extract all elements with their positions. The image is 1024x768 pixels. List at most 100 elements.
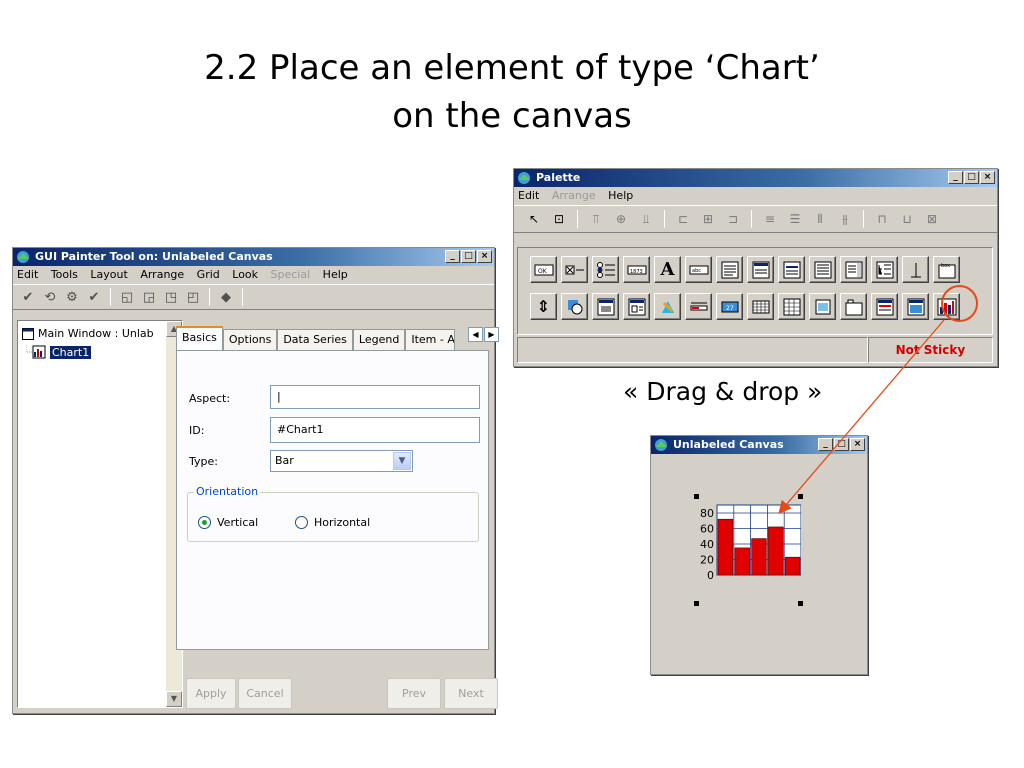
menu-help[interactable]: Help <box>323 268 348 281</box>
resize-handle[interactable] <box>798 494 803 499</box>
resize-handle[interactable] <box>798 601 803 606</box>
menu-edit[interactable]: Edit <box>518 189 539 202</box>
tab-control-icon[interactable] <box>840 293 867 320</box>
list-icon[interactable] <box>716 256 743 283</box>
align-center-icon[interactable]: ⊞ <box>698 210 718 228</box>
menu-arrange[interactable]: Arrange <box>552 189 596 202</box>
resizing-splitter-icon[interactable] <box>871 293 898 320</box>
menu-arrange[interactable]: Arrange <box>140 268 184 281</box>
align-right-icon[interactable]: ⊐ <box>723 210 743 228</box>
tab-options[interactable]: Options <box>222 329 278 351</box>
tree-item-chart1[interactable]: Chart1 <box>26 345 92 359</box>
chevron-down-icon[interactable]: ▼ <box>393 452 411 470</box>
slider-icon[interactable]: ⇕ <box>530 293 557 320</box>
select-icon[interactable]: ⊡ <box>549 210 569 228</box>
menu-grid[interactable]: Grid <box>197 268 220 281</box>
tab-left-icon[interactable]: ◀ <box>468 327 483 342</box>
aspect-field[interactable]: | <box>270 385 480 409</box>
resize-handle[interactable] <box>694 601 699 606</box>
progress-bar-icon[interactable] <box>685 293 712 320</box>
distribute-vertical-icon[interactable]: ≡ <box>760 210 780 228</box>
align-top-icon[interactable]: ⫪ <box>586 210 606 228</box>
hierarchical-list-icon[interactable] <box>902 293 929 320</box>
spin-button-icon[interactable]: 27 <box>716 293 743 320</box>
label-icon[interactable]: A <box>654 256 681 283</box>
distribute-height-icon[interactable]: ☰ <box>785 210 805 228</box>
align-bottom-icon[interactable]: ⫫ <box>636 210 656 228</box>
input-field-icon[interactable]: 1873 <box>623 256 650 283</box>
widget-tree[interactable]: Main Window : Unlab Chart1 ▲ ▼ <box>17 320 183 708</box>
notebook-icon[interactable] <box>809 293 836 320</box>
prev-button[interactable]: Prev <box>387 678 441 709</box>
palette-titlebar[interactable]: Palette _ □ × <box>514 169 997 187</box>
radio-button-icon[interactable] <box>592 256 619 283</box>
resize-handle[interactable] <box>694 494 699 499</box>
maximize-button[interactable]: □ <box>834 438 849 451</box>
bring-forward-icon[interactable]: ◳ <box>162 288 180 306</box>
cancel-button[interactable]: Cancel <box>238 678 292 709</box>
tab-right-icon[interactable]: ▶ <box>484 327 499 342</box>
menu-layout[interactable]: Layout <box>90 268 127 281</box>
table-icon[interactable] <box>840 256 867 283</box>
maximize-button[interactable]: □ <box>964 171 979 184</box>
divider-icon[interactable] <box>902 256 929 283</box>
action-button-icon[interactable]: OK <box>530 256 557 283</box>
tab-data-series[interactable]: Data Series <box>277 329 353 351</box>
combo-box-icon[interactable] <box>747 256 774 283</box>
radio-vertical[interactable]: Vertical <box>198 516 258 529</box>
region-icon[interactable] <box>561 293 588 320</box>
menu-edit[interactable]: Edit <box>17 268 38 281</box>
tab-legend[interactable]: Legend <box>352 329 406 351</box>
test-icon[interactable]: ◆ <box>217 288 235 306</box>
check-all-icon[interactable]: ✔ <box>85 288 103 306</box>
equal-height-icon[interactable]: ⊓ <box>872 210 892 228</box>
bring-to-front-icon[interactable]: ◱ <box>118 288 136 306</box>
close-button[interactable]: × <box>850 438 865 451</box>
painter-titlebar[interactable]: GUI Painter Tool on: Unlabeled Canvas _ … <box>13 248 494 266</box>
radio-checked-icon[interactable] <box>198 516 211 529</box>
type-select[interactable]: Bar ▼ <box>270 450 413 472</box>
apply-button[interactable]: Apply <box>186 678 236 709</box>
menu-help[interactable]: Help <box>608 189 633 202</box>
close-button[interactable]: × <box>477 250 492 263</box>
send-backward-icon[interactable]: ◰ <box>184 288 202 306</box>
menu-tools[interactable]: Tools <box>51 268 78 281</box>
tree-item-main-window[interactable]: Main Window : Unlab <box>22 327 154 340</box>
install-icon[interactable]: ⚙ <box>63 288 81 306</box>
view-holder-icon[interactable] <box>592 293 619 320</box>
group-box-icon[interactable]: box <box>933 256 960 283</box>
equal-width-icon[interactable]: ⊔ <box>897 210 917 228</box>
tab-item-axis[interactable]: Item - Axis <box>405 329 456 351</box>
maximize-button[interactable]: □ <box>461 250 476 263</box>
tab-basics[interactable]: Basics <box>176 326 223 351</box>
minimize-button[interactable]: _ <box>818 438 833 451</box>
menu-button-icon[interactable] <box>778 256 805 283</box>
menu-special[interactable]: Special <box>271 268 311 281</box>
distribute-width-icon[interactable]: ⫵ <box>835 210 855 228</box>
align-middle-icon[interactable]: ⊕ <box>611 210 631 228</box>
radio-horizontal[interactable]: Horizontal <box>295 516 370 529</box>
tree-icon[interactable] <box>871 256 898 283</box>
checkbox-icon[interactable] <box>561 256 588 283</box>
arbitrary-component-icon[interactable] <box>654 293 681 320</box>
menu-look[interactable]: Look <box>232 268 258 281</box>
canvas-titlebar[interactable]: Unlabeled Canvas _ □ × <box>651 436 867 454</box>
bar-chart[interactable]: 80 60 40 20 0 <box>681 501 801 591</box>
align-left-icon[interactable]: ⊏ <box>673 210 693 228</box>
dataset-icon[interactable] <box>809 256 836 283</box>
send-to-back-icon[interactable]: ◲ <box>140 288 158 306</box>
minimize-button[interactable]: _ <box>445 250 460 263</box>
pointer-icon[interactable]: ↖ <box>524 210 544 228</box>
undo-icon[interactable]: ⟲ <box>41 288 59 306</box>
radio-unchecked-icon[interactable] <box>295 516 308 529</box>
id-field[interactable]: #Chart1 <box>270 417 480 443</box>
table-view-icon[interactable] <box>778 293 805 320</box>
check-icon[interactable]: ✔ <box>19 288 37 306</box>
next-button[interactable]: Next <box>444 678 498 709</box>
minimize-button[interactable]: _ <box>948 171 963 184</box>
close-button[interactable]: × <box>980 171 995 184</box>
distribute-horizontal-icon[interactable]: ⫴ <box>810 210 830 228</box>
sticky-toggle[interactable]: Not Sticky <box>867 337 993 363</box>
subcanvas-icon[interactable] <box>623 293 650 320</box>
grid-icon[interactable] <box>747 293 774 320</box>
